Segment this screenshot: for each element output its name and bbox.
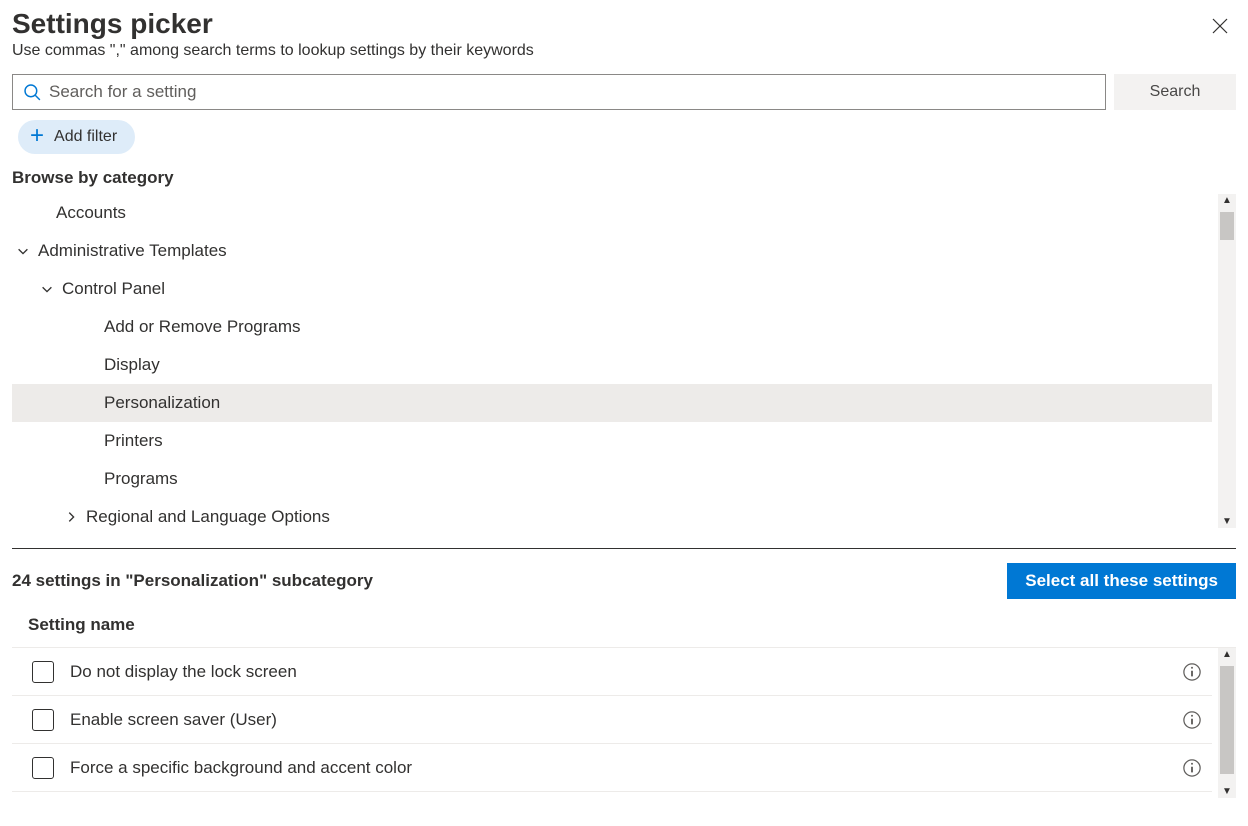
section-divider: [12, 548, 1236, 549]
tree-item[interactable]: Programs: [12, 460, 1212, 498]
setting-label: Force a specific background and accent c…: [70, 758, 1182, 778]
tree-item-label: Personalization: [104, 393, 220, 413]
tree-item-label: Administrative Templates: [38, 241, 227, 261]
info-icon[interactable]: [1182, 758, 1202, 778]
tree-item-label: Control Panel: [62, 279, 165, 299]
setting-checkbox[interactable]: [32, 757, 54, 779]
chevron-right-icon[interactable]: [60, 510, 82, 524]
info-icon[interactable]: [1182, 662, 1202, 682]
scroll-down-icon[interactable]: ▼: [1222, 515, 1232, 528]
tree-item[interactable]: Display: [12, 346, 1212, 384]
tree-item-label: Display: [104, 355, 160, 375]
tree-item-label: Add or Remove Programs: [104, 317, 301, 337]
setting-row[interactable]: Force a specific background and accent c…: [12, 744, 1212, 792]
add-filter-label: Add filter: [54, 128, 117, 146]
setting-row[interactable]: Do not display the lock screen: [12, 648, 1212, 696]
scroll-thumb[interactable]: [1220, 212, 1234, 240]
chevron-down-icon[interactable]: [36, 282, 58, 296]
panel-title: Settings picker: [12, 8, 534, 40]
tree-item[interactable]: Accounts: [12, 194, 1212, 232]
info-icon[interactable]: [1182, 710, 1202, 730]
tree-item[interactable]: Add or Remove Programs: [12, 308, 1212, 346]
setting-row[interactable]: Enable screen saver (User): [12, 696, 1212, 744]
tree-item[interactable]: Personalization: [12, 384, 1212, 422]
tree-item-label: Regional and Language Options: [86, 507, 330, 527]
scroll-thumb[interactable]: [1220, 666, 1234, 774]
setting-checkbox[interactable]: [32, 661, 54, 683]
add-filter-button[interactable]: + Add filter: [18, 120, 135, 154]
scroll-up-icon[interactable]: ▲: [1222, 648, 1232, 661]
category-tree: Accounts Administrative Templates Control …: [12, 194, 1212, 528]
settings-list: Do not display the lock screen Enable scr…: [12, 648, 1212, 798]
tree-item-label: Printers: [104, 431, 163, 451]
select-all-button[interactable]: Select all these settings: [1007, 563, 1236, 599]
tree-scrollbar[interactable]: ▲ ▼: [1218, 194, 1236, 528]
close-button[interactable]: [1202, 8, 1238, 44]
tree-item[interactable]: Administrative Templates: [12, 232, 1212, 270]
tree-item-label: Programs: [104, 469, 178, 489]
tree-item[interactable]: Regional and Language Options: [12, 498, 1212, 528]
search-button[interactable]: Search: [1114, 74, 1236, 110]
tree-item[interactable]: Control Panel: [12, 270, 1212, 308]
plus-icon: +: [30, 124, 44, 148]
tree-item[interactable]: Printers: [12, 422, 1212, 460]
results-summary: 24 settings in "Personalization" subcate…: [12, 571, 373, 591]
scroll-down-icon[interactable]: ▼: [1222, 785, 1232, 798]
search-input[interactable]: [41, 81, 1095, 103]
tree-item-label: Accounts: [56, 203, 126, 223]
setting-checkbox[interactable]: [32, 709, 54, 731]
search-icon: [23, 83, 41, 101]
panel-subtitle: Use commas "," among search terms to loo…: [12, 42, 534, 60]
close-icon: [1212, 18, 1228, 34]
chevron-down-icon[interactable]: [12, 244, 34, 258]
rows-scrollbar[interactable]: ▲ ▼: [1218, 648, 1236, 798]
setting-label: Do not display the lock screen: [70, 662, 1182, 682]
search-box[interactable]: [12, 74, 1106, 110]
setting-label: Enable screen saver (User): [70, 710, 1182, 730]
browse-heading: Browse by category: [12, 168, 1236, 188]
column-header-setting-name[interactable]: Setting name: [12, 607, 1236, 648]
scroll-up-icon[interactable]: ▲: [1222, 194, 1232, 207]
